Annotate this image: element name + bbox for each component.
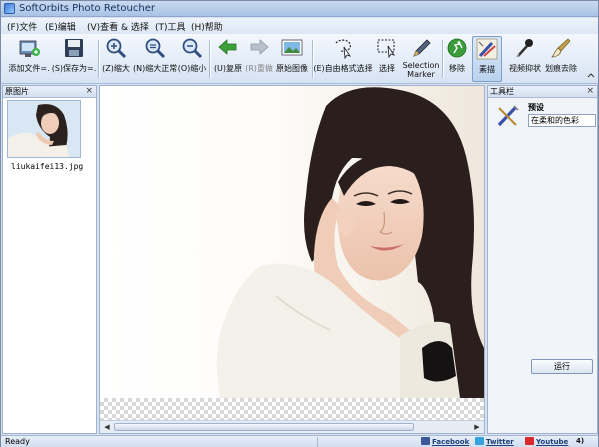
redo-button[interactable]: (R)重做	[244, 36, 274, 82]
selection-marker-button[interactable]: Selection Marker	[402, 36, 440, 82]
image-thumbnail[interactable]	[7, 100, 81, 158]
youtube-link[interactable]: Youtube	[525, 437, 568, 446]
scroll-left-icon[interactable]: ◀	[101, 421, 113, 433]
save-as-label: (S)保存为=.	[51, 64, 97, 73]
youtube-icon	[525, 437, 534, 445]
status-extra: 4)	[576, 437, 585, 445]
window-title: SoftOrbits Photo Retoucher	[19, 3, 155, 14]
add-file-icon	[16, 36, 42, 60]
remove-label: 移除	[449, 64, 465, 73]
menu-view[interactable]: (V)查看	[87, 20, 118, 33]
horizontal-scrollbar[interactable]: ◀ ▶	[100, 420, 484, 433]
image-canvas[interactable]: ◀ ▶	[99, 85, 485, 434]
transparent-area	[100, 398, 484, 420]
run-button[interactable]: 运行	[531, 359, 593, 374]
redo-label: (R)重做	[245, 64, 273, 73]
app-window: SoftOrbits Photo Retoucher (F)文件 (E)编辑 (…	[0, 0, 599, 447]
preset-label: 预设	[528, 103, 544, 112]
toolbar-separator	[98, 40, 99, 78]
menu-select[interactable]: & 选择	[121, 20, 149, 33]
close-icon[interactable]: ×	[85, 86, 93, 97]
close-icon[interactable]: ×	[586, 86, 594, 97]
zoom-in-icon	[103, 36, 129, 60]
youtube-label: Youtube	[536, 438, 569, 446]
facebook-label: Facebook	[432, 438, 470, 446]
select-button[interactable]: 选择	[373, 36, 401, 82]
scratch-remove-button[interactable]: 划痕去除	[543, 36, 579, 82]
video-stamp-button[interactable]: 视频抑状	[507, 36, 543, 82]
twitter-label: Twitter	[486, 438, 514, 446]
status-cell	[317, 437, 417, 447]
undo-label: (U)复原	[213, 64, 243, 73]
panel-header: 工具栏 ×	[488, 86, 597, 98]
zoom-out-label: (O)缩小	[177, 64, 207, 73]
brush-icon	[548, 36, 574, 60]
twitter-link[interactable]: Twitter	[475, 437, 514, 446]
toolbar-separator	[209, 40, 210, 78]
add-file-button[interactable]: 添加文件=.	[7, 36, 51, 82]
undo-arrow-icon	[215, 36, 241, 60]
selection-marker-label-1: Selection	[402, 61, 440, 70]
sketch-label: 素描	[479, 65, 495, 74]
selection-marker-label-2: Marker	[407, 70, 435, 79]
facebook-link[interactable]: Facebook	[421, 437, 469, 446]
remove-button[interactable]: 移除	[444, 36, 470, 82]
add-file-label: 添加文件=.	[8, 64, 50, 73]
menu-edit[interactable]: (E)编辑	[45, 20, 76, 33]
free-select-button[interactable]: (E)自由格式选择	[313, 36, 373, 82]
sketch-brush-icon	[474, 37, 500, 61]
scroll-right-icon[interactable]: ▶	[471, 421, 483, 433]
status-bar: Ready Facebook Twitter Youtube 4)	[1, 435, 598, 447]
original-image-label: 原始图像	[276, 64, 308, 73]
zoom-normal-button[interactable]: (N)缩大正常	[133, 36, 177, 82]
marker-pen-icon	[408, 36, 434, 60]
remove-run-icon	[444, 36, 470, 60]
select-label: 选择	[379, 64, 395, 73]
lasso-select-icon	[330, 36, 356, 60]
menu-help[interactable]: (H)帮助	[191, 20, 223, 33]
floppy-icon	[61, 36, 87, 60]
twitter-icon	[475, 437, 484, 445]
toolbar: 添加文件=. (S)保存为=. (Z)缩大 (N)缩大正常 (O)缩小 (U)复…	[1, 34, 598, 113]
stamp-tool-icon	[512, 36, 538, 60]
title-bar: SoftOrbits Photo Retoucher	[1, 1, 598, 17]
rect-select-icon	[374, 36, 400, 60]
menu-bar: (F)文件 (E)编辑 (V)查看 & 选择 (T)工具 (H)帮助	[1, 18, 598, 34]
panel-title: 工具栏	[490, 87, 514, 96]
zoom-out-button[interactable]: (O)缩小	[177, 36, 207, 82]
thumbnail-filename: liukaifei13.jpg	[11, 162, 84, 171]
app-icon	[4, 3, 15, 14]
status-text: Ready	[5, 437, 30, 446]
zoom-in-label: (Z)缩大	[102, 64, 130, 73]
zoom-normal-label: (N)缩大正常	[133, 64, 178, 73]
photo-canvas[interactable]	[100, 86, 484, 398]
sketch-tool-icon	[496, 104, 520, 131]
save-as-button[interactable]: (S)保存为=.	[51, 36, 97, 82]
free-select-label: (E)自由格式选择	[313, 64, 373, 73]
original-image-button[interactable]: 原始图像	[274, 36, 310, 82]
picture-icon	[279, 36, 305, 60]
panel-title: 原图片	[5, 87, 29, 96]
zoom-in-button[interactable]: (Z)缩大	[101, 36, 131, 82]
tools-panel: 工具栏 × 预设 在柔和的色彩 运行	[487, 85, 598, 434]
undo-button[interactable]: (U)复原	[212, 36, 244, 82]
menu-tools[interactable]: (T)工具	[155, 20, 186, 33]
original-images-panel: 原图片 × liukaifei13.jpg	[2, 85, 97, 434]
zoom-normal-icon	[142, 36, 168, 60]
zoom-out-icon	[179, 36, 205, 60]
facebook-icon	[421, 437, 430, 445]
preset-dropdown[interactable]: 在柔和的色彩	[528, 114, 596, 127]
menu-file[interactable]: (F)文件	[7, 20, 37, 33]
redo-arrow-icon	[246, 36, 272, 60]
toolbar-separator	[442, 40, 443, 78]
scrollbar-thumb[interactable]	[114, 423, 414, 431]
sketch-button[interactable]: 素描	[472, 36, 502, 82]
scratch-remove-label: 划痕去除	[545, 64, 577, 73]
video-stamp-label: 视频抑状	[509, 64, 541, 73]
panel-header: 原图片 ×	[3, 86, 96, 98]
